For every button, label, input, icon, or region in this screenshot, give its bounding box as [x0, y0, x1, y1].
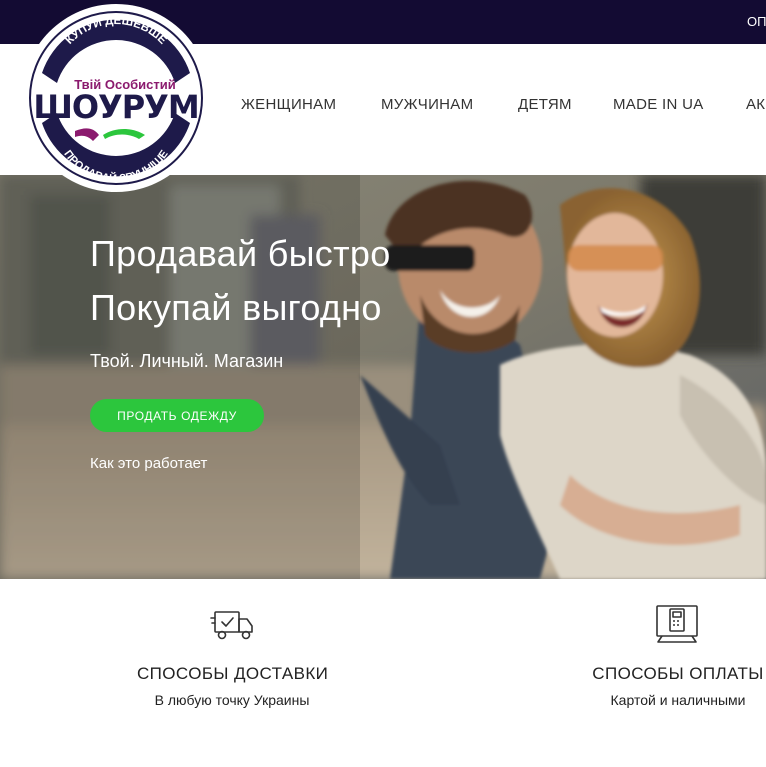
hero-title-line-2: Покупай выгодно: [90, 287, 382, 328]
nav-item-sales[interactable]: АК: [746, 96, 765, 113]
how-it-works-link[interactable]: Как это работает: [90, 455, 207, 472]
nav-item-women[interactable]: ЖЕНЩИНАМ: [241, 96, 336, 113]
nav-item-kids[interactable]: ДЕТЯМ: [518, 96, 572, 113]
feature-delivery-desc: В любую точку Украины: [154, 692, 310, 708]
logo-brand: ШОУРУМ: [33, 88, 198, 126]
feature-payment-desc: Картой и наличными: [610, 692, 746, 708]
nav-item-made-in-ua[interactable]: MADE IN UA: [613, 96, 704, 113]
feature-payment-title: СПОСОБЫ ОПЛАТЫ: [592, 664, 764, 683]
feature-delivery: СПОСОБЫ ДОСТАВКИ В любую точку Украины: [137, 664, 329, 708]
feature-delivery-title: СПОСОБЫ ДОСТАВКИ: [137, 664, 329, 683]
showroom-logo[interactable]: КУПУЙ ДЕШЕВШЕ КУПУЙ ДЕШЕВШЕ ПРОДАВАЙ ЗРУ…: [15, 3, 217, 193]
hero-title-line-1: Продавай быстро: [90, 233, 391, 274]
payment-terminal-icon: [656, 605, 698, 643]
feature-payment: СПОСОБЫ ОПЛАТЫ Картой и наличными: [588, 664, 766, 708]
delivery-truck-icon: [210, 611, 253, 640]
hero-title: Продавай быстро Покупай выгодно: [90, 227, 391, 335]
sell-clothes-button[interactable]: ПРОДАТЬ ОДЕЖДУ: [90, 399, 264, 432]
top-bar-link[interactable]: ОП: [747, 14, 766, 29]
nav-item-men[interactable]: МУЖЧИНАМ: [381, 96, 473, 113]
hero-subtitle: Твой. Личный. Магазин: [90, 351, 284, 371]
